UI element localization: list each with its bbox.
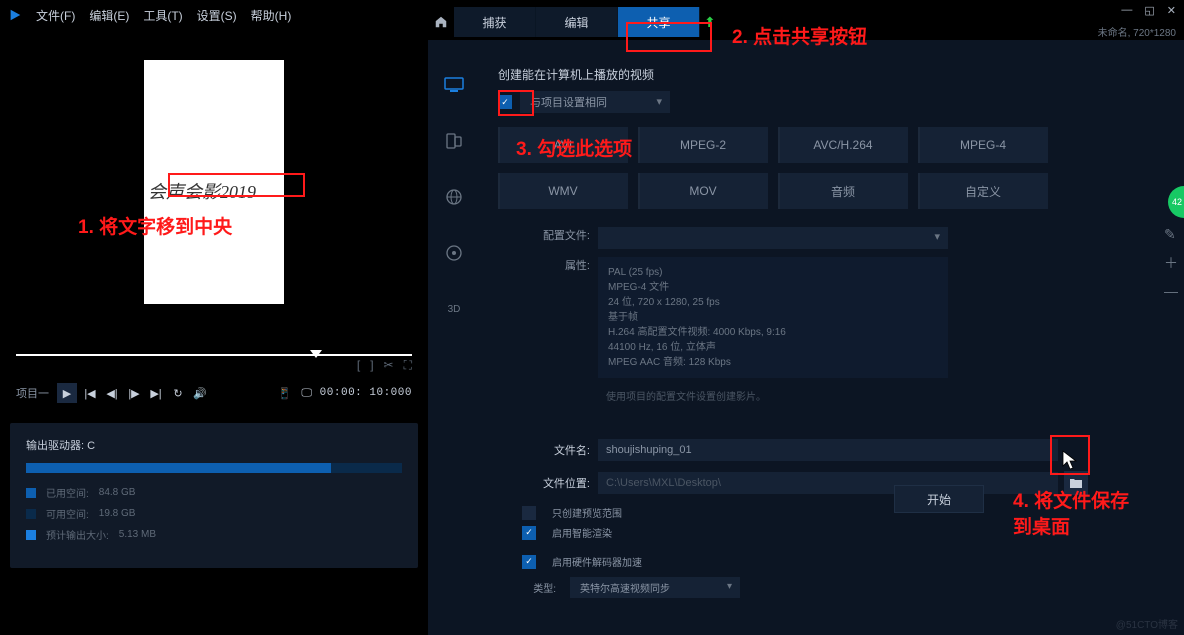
prev-frame[interactable]: ◀| [103,384,121,402]
storage-title: 输出驱动器: C [26,437,402,453]
menu-settings[interactable]: 设置(S) [197,7,237,24]
menu-file[interactable]: 文件(F) [36,7,75,24]
attr-label: 属性: [498,257,598,378]
menu-tools[interactable]: 工具(T) [143,7,182,24]
profile-add-icon[interactable]: ＋ [1164,253,1178,273]
watermark: @51CTO博客 [1116,616,1178,631]
play-button[interactable]: ▶ [57,383,77,403]
menu-help[interactable]: 帮助(H) [251,7,292,24]
format-avc[interactable]: AVC/H.264 [778,127,908,163]
title-text[interactable]: 会声会影2019 [148,178,278,204]
mark-in-icon[interactable]: [ [357,358,360,373]
used-swatch [26,488,36,498]
device1-icon[interactable]: 📱 [276,384,294,402]
filepath-input[interactable]: C:\Users\MXL\Desktop\ [598,472,1058,494]
window-restore[interactable]: ◱ [1144,4,1154,17]
same-as-project-checkbox[interactable]: ✓ [498,95,512,109]
same-as-project-dropdown[interactable]: 与项目设置相同▾ [520,91,670,113]
tab-edit[interactable]: 编辑 [536,7,618,37]
hw-accel-checkbox[interactable]: ✓ [522,555,536,569]
timeline-scrubber[interactable] [16,354,412,356]
timecode: 00:00: 10:000 [320,387,412,399]
profile-dropdown[interactable]: ▾ [598,227,948,249]
preview-only-checkbox[interactable] [522,506,536,520]
project-info: 未命名, 720*1280 [1098,24,1176,39]
format-avi[interactable]: AVI [498,127,628,163]
storage-bar [26,463,402,473]
smart-render-checkbox[interactable]: ✓ [522,526,536,540]
share-3d-icon[interactable]: 3D [443,298,465,320]
preview-canvas[interactable]: 会声会影2019 [144,60,284,304]
start-button[interactable]: 开始 [894,485,984,513]
storage-panel: 输出驱动器: C 已用空间:84.8 GB 可用空间:19.8 GB 预计输出大… [10,423,418,568]
share-disc-icon[interactable] [443,242,465,264]
device2-icon[interactable]: 🖵 [298,384,316,402]
profile-remove-icon[interactable]: — [1164,283,1178,299]
browse-button[interactable] [1064,471,1088,495]
go-end[interactable]: ▶| [147,384,165,402]
tab-share[interactable]: 共享 [618,7,700,37]
upload-icon: ⬆ [704,14,716,31]
filename-input[interactable]: shoujishuping_01 [598,439,1058,461]
free-swatch [26,509,36,519]
window-close[interactable]: ✕ [1167,4,1176,17]
share-web-icon[interactable] [443,186,465,208]
type-label: 类型: [522,580,562,595]
tab-capture[interactable]: 捕获 [454,7,536,37]
format-wmv[interactable]: WMV [498,173,628,209]
format-mpeg2[interactable]: MPEG-2 [638,127,768,163]
loop[interactable]: ↻ [169,384,187,402]
filename-label: 文件名: [498,442,598,458]
share-device-icon[interactable] [443,130,465,152]
est-swatch [26,530,36,540]
share-heading: 创建能在计算机上播放的视频 [498,66,1148,83]
window-minimize[interactable]: — [1121,4,1132,17]
split-icon[interactable]: ✂ [384,358,394,373]
expand-icon[interactable]: ⛶ [404,358,412,373]
profile-edit-icon[interactable]: ✎ [1164,226,1178,243]
mark-out-icon[interactable]: ] [370,358,373,373]
format-mpeg4[interactable]: MPEG-4 [918,127,1048,163]
next-frame[interactable]: |▶ [125,384,143,402]
format-custom[interactable]: 自定义 [918,173,1048,209]
menu-edit[interactable]: 编辑(E) [89,7,129,24]
profile-label: 配置文件: [498,227,598,249]
app-logo [8,8,22,22]
profile-tip: 使用项目的配置文件设置创建影片。 [498,388,1148,403]
filepath-label: 文件位置: [498,475,598,491]
attr-box: PAL (25 fps) MPEG-4 文件 24 位, 720 x 1280,… [598,257,948,378]
project-label: 项目一 [16,385,49,401]
home-icon[interactable] [428,15,454,29]
share-computer-icon[interactable] [443,74,465,96]
format-mov[interactable]: MOV [638,173,768,209]
hw-type-dropdown[interactable]: 英特尔高速视频同步▾ [570,577,740,598]
go-start[interactable]: |◀ [81,384,99,402]
preview-area: 会声会影2019 [0,40,428,360]
volume[interactable]: 🔊 [191,384,209,402]
format-audio[interactable]: 音频 [778,173,908,209]
